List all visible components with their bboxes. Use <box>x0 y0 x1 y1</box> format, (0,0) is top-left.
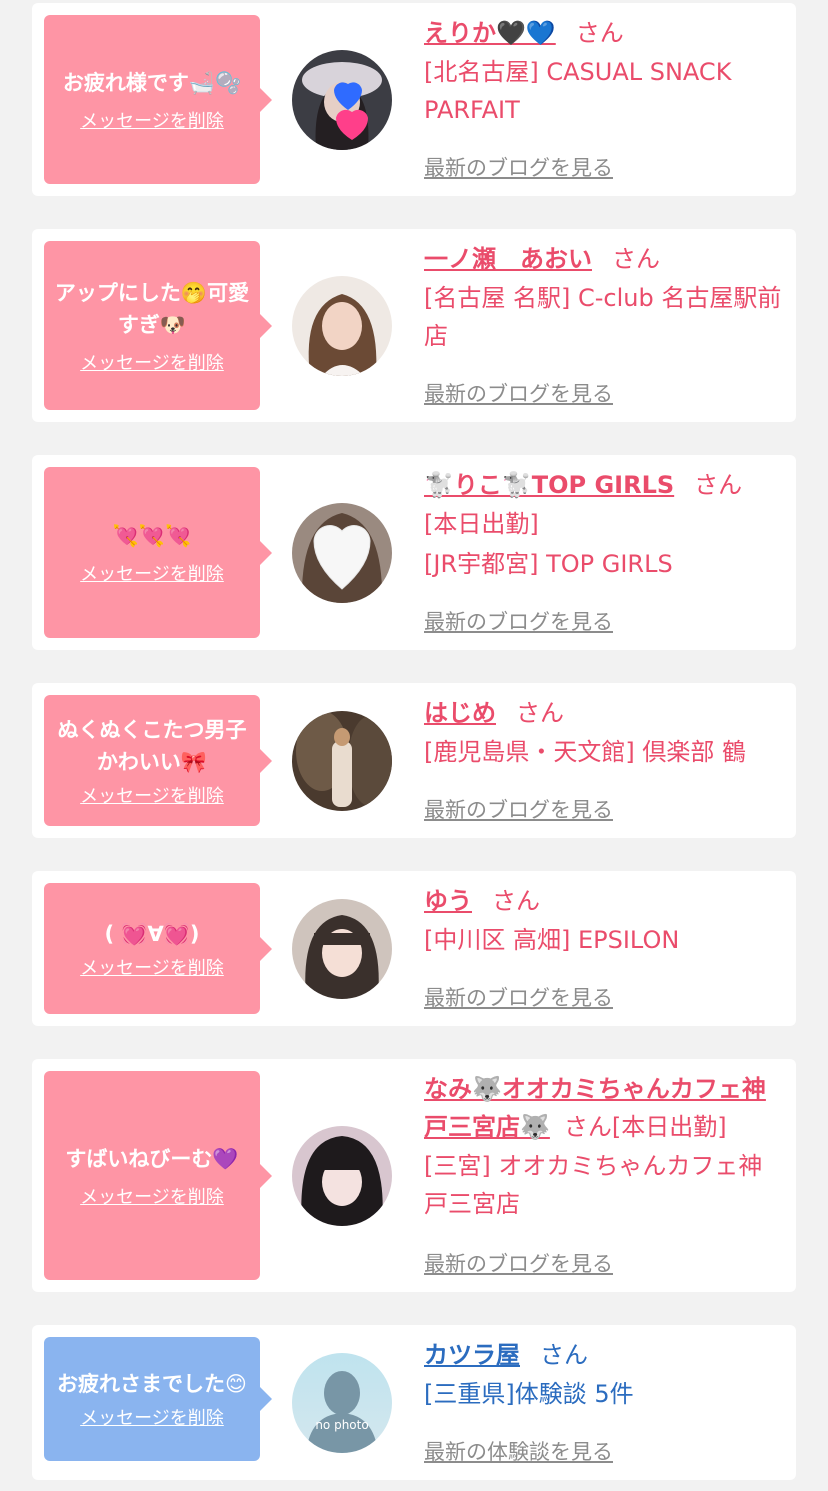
latest-blog-link[interactable]: 最新のブログを見る <box>424 794 613 824</box>
honorific: さん <box>694 471 743 499</box>
message-text: すばいねびーむ💜 <box>65 1146 239 1171</box>
cast-name-link[interactable]: 一ノ瀬 あおい <box>424 245 592 273</box>
honorific: さん <box>492 887 540 915</box>
cast-name-link[interactable]: 🐩りこ🐩TOP GIRLS <box>424 471 674 499</box>
honorific: さん <box>612 245 660 273</box>
delete-message-link[interactable]: メッセージを削除 <box>80 782 224 808</box>
cast-name-link[interactable]: はじめ <box>424 699 496 727</box>
avatar-photo-dark-hair <box>292 1126 392 1226</box>
profile-info: はじめ さん [鹿児島県・天文館] 倶楽部 鶴 <box>424 694 784 771</box>
message-bubble: ぬくぬくこたつ男子かわいい🎀 メッセージを削除 <box>44 695 272 826</box>
delete-message-link[interactable]: メッセージを削除 <box>80 107 224 133</box>
latest-review-link[interactable]: 最新の体験談を見る <box>424 1436 613 1466</box>
avatar[interactable] <box>292 503 392 603</box>
delete-message-link[interactable]: メッセージを削除 <box>80 560 224 586</box>
avatar-photo-hearts <box>292 50 392 150</box>
review-count: [三重県]体験談 5件 <box>424 1380 634 1408</box>
honorific: さん <box>563 1113 612 1141</box>
avatar[interactable]: no photo <box>292 1353 392 1453</box>
shop-info: [中川区 高畑] EPSILON <box>424 926 680 954</box>
latest-blog-link[interactable]: 最新のブログを見る <box>424 606 613 636</box>
message-bubble: すばいねびーむ💜 メッセージを削除 <box>44 1071 272 1280</box>
message-text: 💘💘💘 <box>112 523 192 548</box>
message-card: すばいねびーむ💜 メッセージを削除 なみ🐺オオカミちゃんカフェ神戸三宮店🐺 さん[… <box>32 1059 796 1292</box>
message-list: お疲れ様です🛁🫧 メッセージを削除 えりか🖤💙 さん [北名古屋] CASUAL … <box>0 0 828 1491</box>
honorific: さん <box>516 699 564 727</box>
message-text: アップにした🤭可愛すぎ🐶 <box>54 280 250 337</box>
message-bubble: ( 💓∀💓) メッセージを削除 <box>44 883 272 1014</box>
avatar[interactable] <box>292 711 392 811</box>
message-bubble: アップにした🤭可愛すぎ🐶 メッセージを削除 <box>44 241 272 410</box>
message-bubble: 💘💘💘 メッセージを削除 <box>44 467 272 638</box>
profile-info: 一ノ瀬 あおい さん [名古屋 名駅] C-club 名古屋駅前店 <box>424 240 784 355</box>
profile-info: ゆう さん [中川区 高畑] EPSILON <box>424 882 784 959</box>
avatar-photo-white-heart <box>292 503 392 603</box>
avatar-photo-cave <box>292 711 392 811</box>
message-text: お疲れさまでした😊 <box>57 1372 247 1396</box>
work-status: [本日出勤] <box>611 1113 727 1141</box>
latest-blog-link[interactable]: 最新のブログを見る <box>424 982 613 1012</box>
latest-blog-link[interactable]: 最新のブログを見る <box>424 1248 613 1278</box>
message-card: 💘💘💘 メッセージを削除 🐩りこ🐩TOP GIRLS さん [本日出勤] [JR宇… <box>32 455 796 650</box>
message-text: お疲れ様です🛁🫧 <box>62 70 242 95</box>
no-photo-avatar: no photo <box>292 1353 392 1453</box>
shop-info: [名古屋 名駅] C-club 名古屋駅前店 <box>424 284 782 350</box>
delete-message-link[interactable]: メッセージを削除 <box>80 954 224 980</box>
avatar[interactable] <box>292 1126 392 1226</box>
message-card: お疲れさまでした😊 メッセージを削除 no photo カツラ屋 さん [三重県… <box>32 1325 796 1480</box>
no-photo-label: no photo <box>315 1418 368 1432</box>
delete-message-link[interactable]: メッセージを削除 <box>80 1183 224 1209</box>
avatar[interactable] <box>292 899 392 999</box>
delete-message-link[interactable]: メッセージを削除 <box>80 349 224 375</box>
latest-blog-link[interactable]: 最新のブログを見る <box>424 152 613 182</box>
profile-info: カツラ屋 さん [三重県]体験談 5件 <box>424 1336 784 1413</box>
profile-info: えりか🖤💙 さん [北名古屋] CASUAL SNACK PARFAIT <box>424 14 784 129</box>
shop-info: [北名古屋] CASUAL SNACK PARFAIT <box>424 58 732 124</box>
message-bubble: お疲れさまでした😊 メッセージを削除 <box>44 1337 272 1461</box>
cast-name-link[interactable]: えりか🖤💙 <box>424 19 556 47</box>
profile-info: なみ🐺オオカミちゃんカフェ神戸三宮店🐺 さん[本日出勤] [三宮] オオカミちゃん… <box>424 1070 784 1223</box>
message-bubble: お疲れ様です🛁🫧 メッセージを削除 <box>44 15 272 184</box>
avatar-photo-woman <box>292 276 392 376</box>
cast-name-link[interactable]: ゆう <box>424 887 472 915</box>
latest-blog-link[interactable]: 最新のブログを見る <box>424 378 613 408</box>
shop-info: [JR宇都宮] TOP GIRLS <box>424 550 673 578</box>
reviewer-name-link[interactable]: カツラ屋 <box>424 1341 520 1369</box>
message-card: ぬくぬくこたつ男子かわいい🎀 メッセージを削除 はじめ さん [鹿児島県・天文館]… <box>32 683 796 838</box>
message-card: アップにした🤭可愛すぎ🐶 メッセージを削除 一ノ瀬 あおい さん [名古屋 名駅]… <box>32 229 796 422</box>
shop-info: [鹿児島県・天文館] 倶楽部 鶴 <box>424 738 746 766</box>
message-text: ぬくぬくこたつ男子かわいい🎀 <box>57 717 247 774</box>
message-text: ( 💓∀💓) <box>104 921 200 946</box>
avatar[interactable] <box>292 276 392 376</box>
honorific: さん <box>540 1341 588 1369</box>
profile-info: 🐩りこ🐩TOP GIRLS さん [本日出勤] [JR宇都宮] TOP GIRLS <box>424 466 784 583</box>
delete-message-link[interactable]: メッセージを削除 <box>80 1404 224 1430</box>
honorific: さん <box>575 19 624 47</box>
avatar-photo-girl <box>292 899 392 999</box>
avatar[interactable] <box>292 50 392 150</box>
work-status: [本日出勤] <box>424 510 539 538</box>
shop-info: [三宮] オオカミちゃんカフェ神戸三宮店 <box>424 1152 763 1218</box>
message-card: ( 💓∀💓) メッセージを削除 ゆう さん [中川区 高畑] EPSILON 最新… <box>32 871 796 1026</box>
message-card: お疲れ様です🛁🫧 メッセージを削除 えりか🖤💙 さん [北名古屋] CASUAL … <box>32 3 796 196</box>
